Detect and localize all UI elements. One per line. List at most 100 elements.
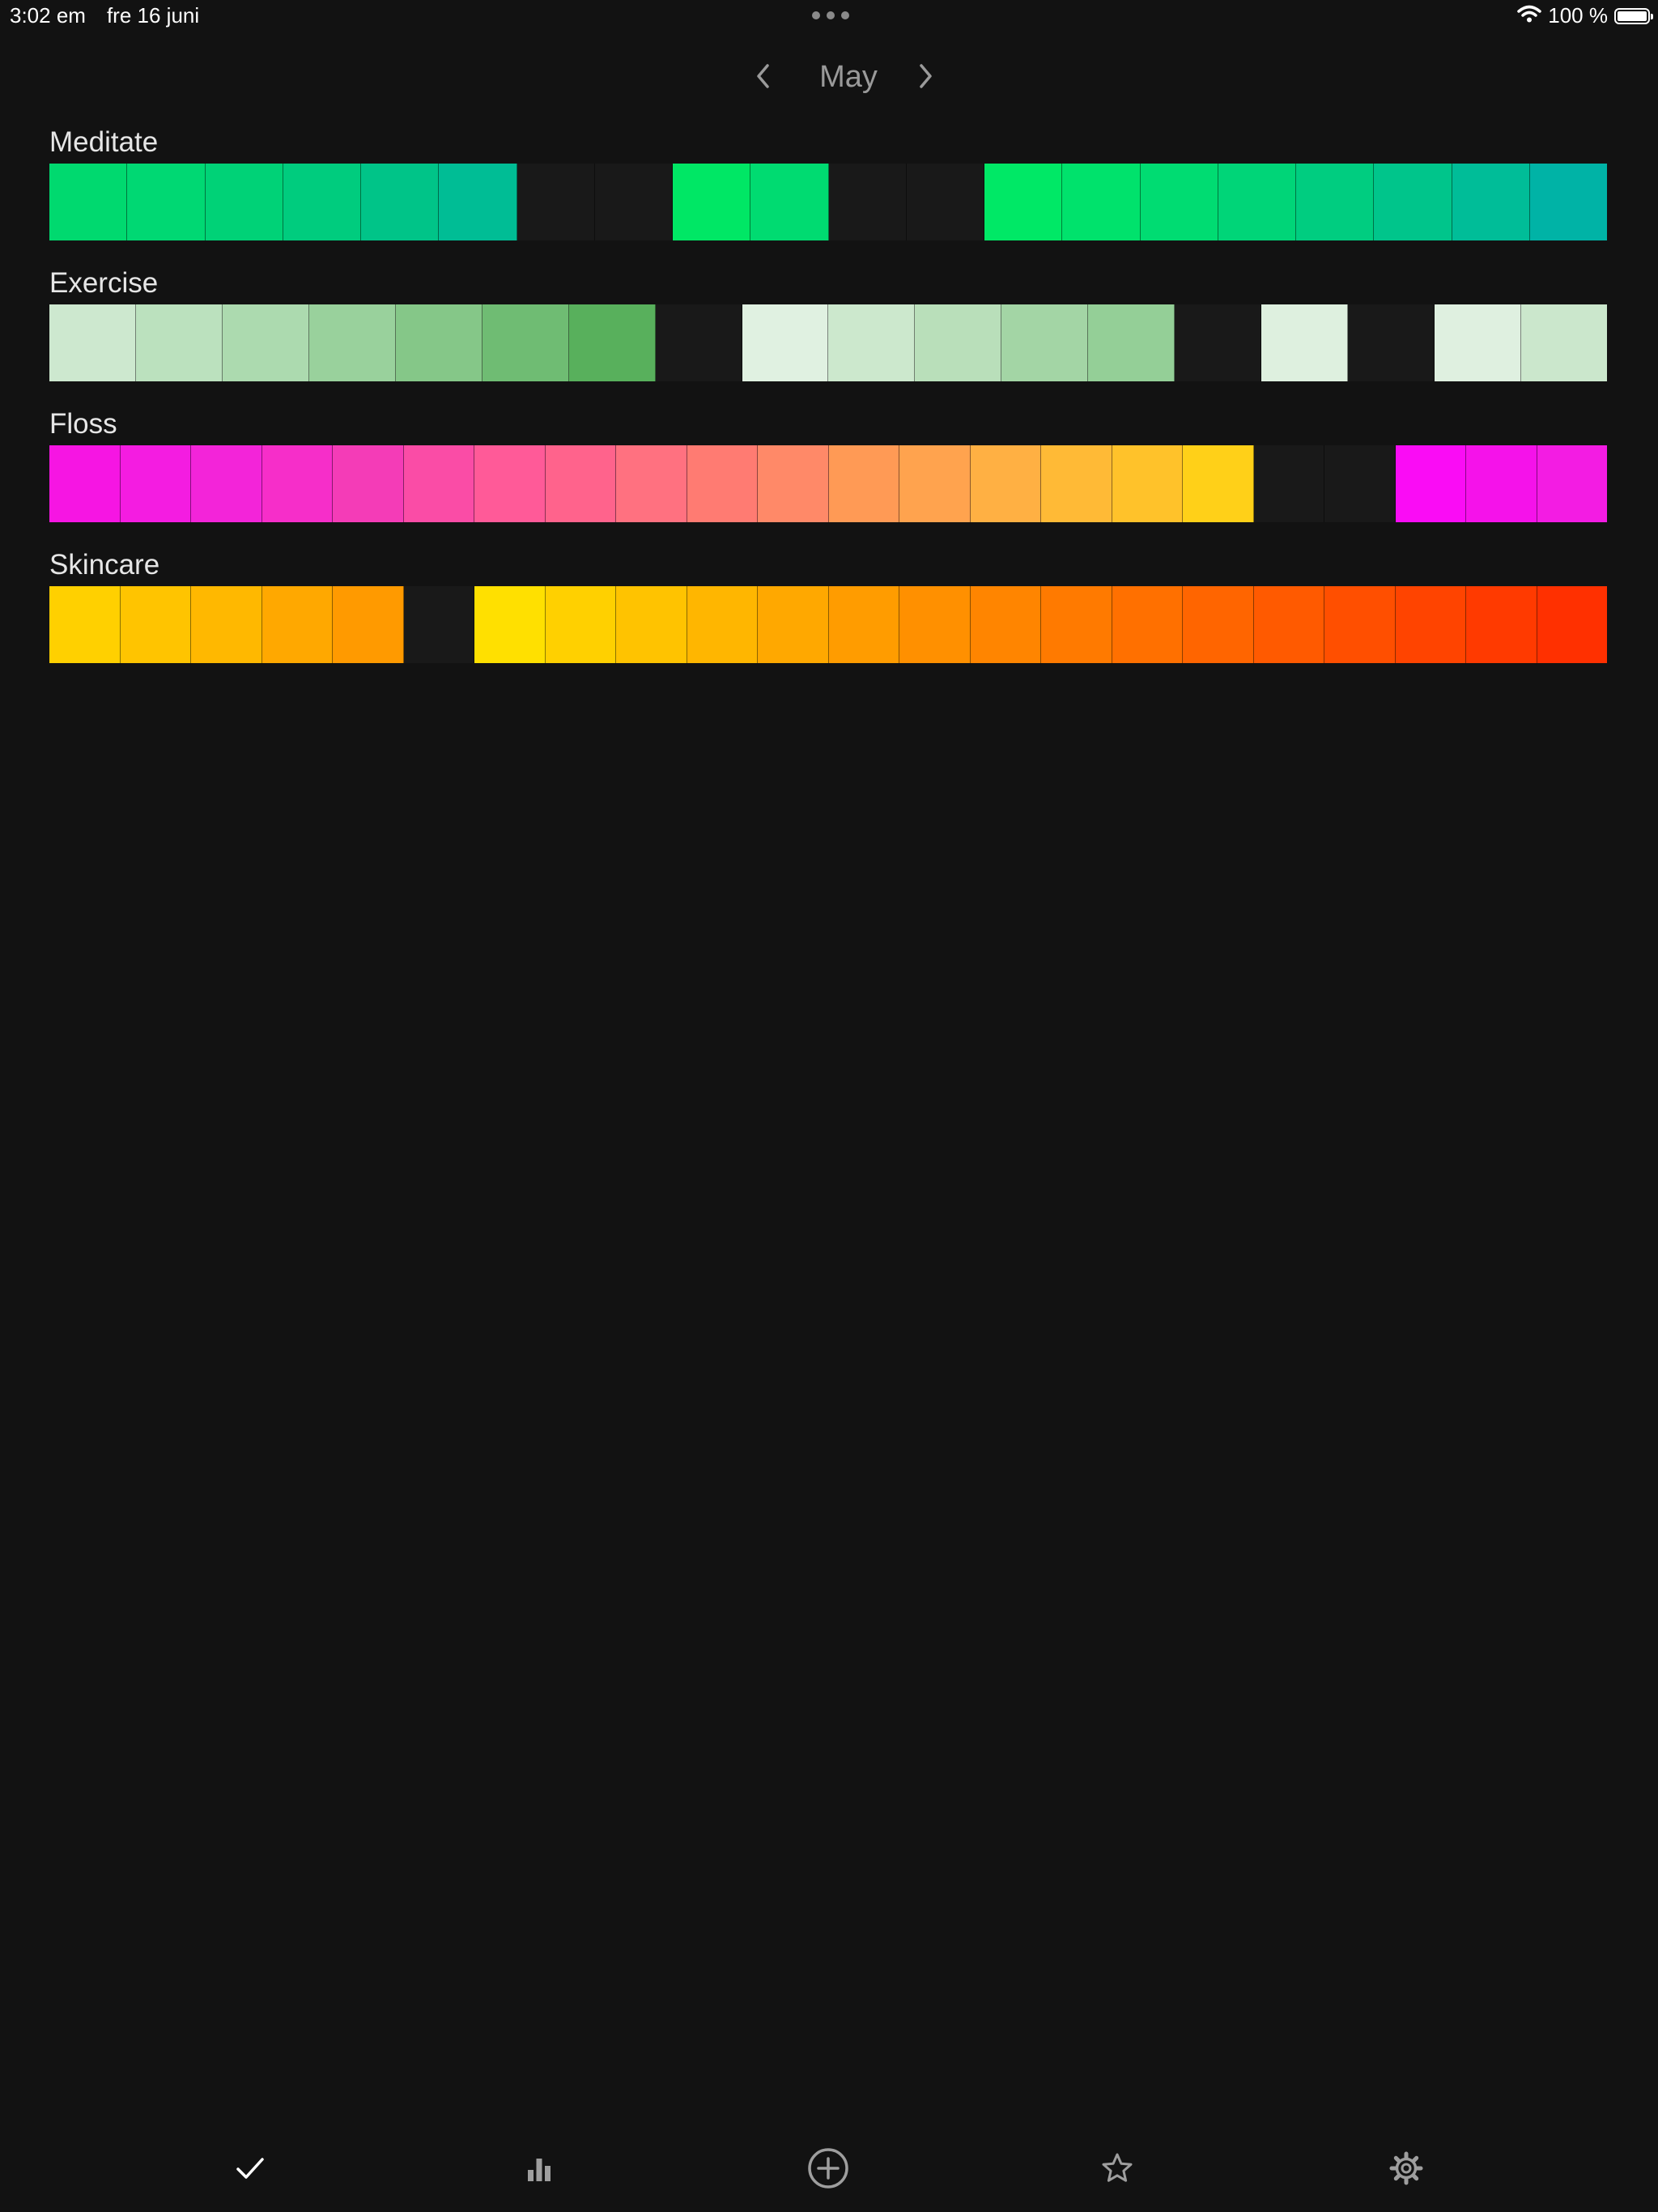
day-cell-done[interactable]: [283, 164, 361, 240]
day-cell-done[interactable]: [1537, 445, 1607, 522]
day-cell-done[interactable]: [1466, 445, 1537, 522]
day-cell-done[interactable]: [568, 304, 656, 381]
day-cell-done[interactable]: [984, 164, 1063, 240]
day-cell-done[interactable]: [828, 304, 916, 381]
day-cell-done[interactable]: [395, 304, 483, 381]
day-cell-done[interactable]: [120, 586, 191, 663]
day-cell-done[interactable]: [758, 445, 829, 522]
day-cell-done[interactable]: [1140, 164, 1218, 240]
day-cell-done[interactable]: [616, 586, 687, 663]
day-cell-empty[interactable]: [1253, 445, 1324, 522]
next-month-button[interactable]: [908, 58, 943, 94]
day-cell-done[interactable]: [545, 445, 616, 522]
day-cell-done[interactable]: [1452, 164, 1530, 240]
habit-row: Floss: [49, 407, 1607, 548]
day-cell-done[interactable]: [222, 304, 309, 381]
day-cell-done[interactable]: [1253, 586, 1324, 663]
day-cell-empty[interactable]: [403, 586, 474, 663]
day-cell-done[interactable]: [970, 586, 1041, 663]
day-cell-done[interactable]: [1112, 445, 1183, 522]
tab-checklist[interactable]: [221, 2139, 279, 2197]
day-cell-done[interactable]: [1001, 304, 1089, 381]
day-cell-done[interactable]: [49, 304, 136, 381]
day-cell-done[interactable]: [673, 164, 751, 240]
day-cell-done[interactable]: [1261, 304, 1349, 381]
day-cell-empty[interactable]: [655, 304, 742, 381]
star-icon: [1102, 2153, 1133, 2182]
day-cell-done[interactable]: [899, 445, 971, 522]
day-cell-done[interactable]: [1183, 445, 1254, 522]
habit-name[interactable]: Exercise: [49, 266, 158, 300]
day-cell-done[interactable]: [742, 304, 829, 381]
day-cell-empty[interactable]: [1175, 304, 1262, 381]
day-cell-done[interactable]: [261, 445, 333, 522]
wifi-icon: [1517, 3, 1542, 28]
day-cell-done[interactable]: [970, 445, 1041, 522]
day-cell-done[interactable]: [750, 164, 829, 240]
day-cell-done[interactable]: [899, 586, 971, 663]
tab-statistics[interactable]: [510, 2139, 568, 2197]
habit-name[interactable]: Floss: [49, 407, 117, 441]
day-cell-done[interactable]: [49, 164, 128, 240]
day-cell-done[interactable]: [333, 445, 404, 522]
day-cell-done[interactable]: [1537, 586, 1607, 663]
day-cell-done[interactable]: [1062, 164, 1141, 240]
tab-settings[interactable]: [1377, 2139, 1435, 2197]
tab-add[interactable]: [799, 2139, 857, 2197]
day-cell-done[interactable]: [1466, 586, 1537, 663]
day-cell-done[interactable]: [135, 304, 223, 381]
more-dots-icon[interactable]: [812, 11, 849, 19]
day-cell-done[interactable]: [191, 445, 262, 522]
day-cell-done[interactable]: [915, 304, 1002, 381]
previous-month-button[interactable]: [746, 58, 781, 94]
day-cell-empty[interactable]: [828, 164, 907, 240]
day-cell-done[interactable]: [261, 586, 333, 663]
day-cell-done[interactable]: [1529, 164, 1607, 240]
day-cell-empty[interactable]: [517, 164, 595, 240]
month-navigation: May: [0, 52, 1658, 104]
battery-percent: 100 %: [1548, 3, 1608, 28]
day-cell-done[interactable]: [127, 164, 206, 240]
day-cell-empty[interactable]: [594, 164, 673, 240]
day-cell-done[interactable]: [1088, 304, 1175, 381]
day-cell-done[interactable]: [308, 304, 396, 381]
day-cell-done[interactable]: [1112, 586, 1183, 663]
day-cell-done[interactable]: [439, 164, 517, 240]
tab-favorites[interactable]: [1088, 2139, 1146, 2197]
day-cell-done[interactable]: [191, 586, 262, 663]
day-cell-done[interactable]: [333, 586, 404, 663]
day-cell-done[interactable]: [1296, 164, 1375, 240]
day-cell-done[interactable]: [1183, 586, 1254, 663]
day-cell-done[interactable]: [120, 445, 191, 522]
day-cell-done[interactable]: [49, 445, 121, 522]
day-cell-done[interactable]: [1324, 586, 1396, 663]
day-cell-done[interactable]: [758, 586, 829, 663]
day-cell-empty[interactable]: [906, 164, 984, 240]
day-cell-done[interactable]: [205, 164, 283, 240]
day-cell-done[interactable]: [828, 586, 899, 663]
day-cell-empty[interactable]: [1348, 304, 1435, 381]
day-cell-done[interactable]: [361, 164, 440, 240]
day-cell-done[interactable]: [1041, 445, 1112, 522]
habit-name[interactable]: Meditate: [49, 125, 158, 160]
day-cell-done[interactable]: [1395, 445, 1466, 522]
day-cell-done[interactable]: [545, 586, 616, 663]
day-cell-done[interactable]: [687, 445, 758, 522]
day-cell-done[interactable]: [1374, 164, 1452, 240]
day-cell-done[interactable]: [474, 445, 546, 522]
status-bar: 3:02 em fre 16 juni 100 %: [0, 0, 1658, 32]
day-cell-done[interactable]: [482, 304, 569, 381]
day-cell-done[interactable]: [1520, 304, 1607, 381]
day-cell-done[interactable]: [1218, 164, 1296, 240]
day-cell-done[interactable]: [403, 445, 474, 522]
day-cell-empty[interactable]: [1324, 445, 1396, 522]
day-cell-done[interactable]: [1041, 586, 1112, 663]
day-cell-done[interactable]: [1435, 304, 1521, 381]
day-cell-done[interactable]: [828, 445, 899, 522]
day-cell-done[interactable]: [687, 586, 758, 663]
day-cell-done[interactable]: [1395, 586, 1466, 663]
habit-name[interactable]: Skincare: [49, 548, 159, 582]
day-cell-done[interactable]: [49, 586, 121, 663]
day-cell-done[interactable]: [616, 445, 687, 522]
day-cell-done[interactable]: [474, 586, 546, 663]
